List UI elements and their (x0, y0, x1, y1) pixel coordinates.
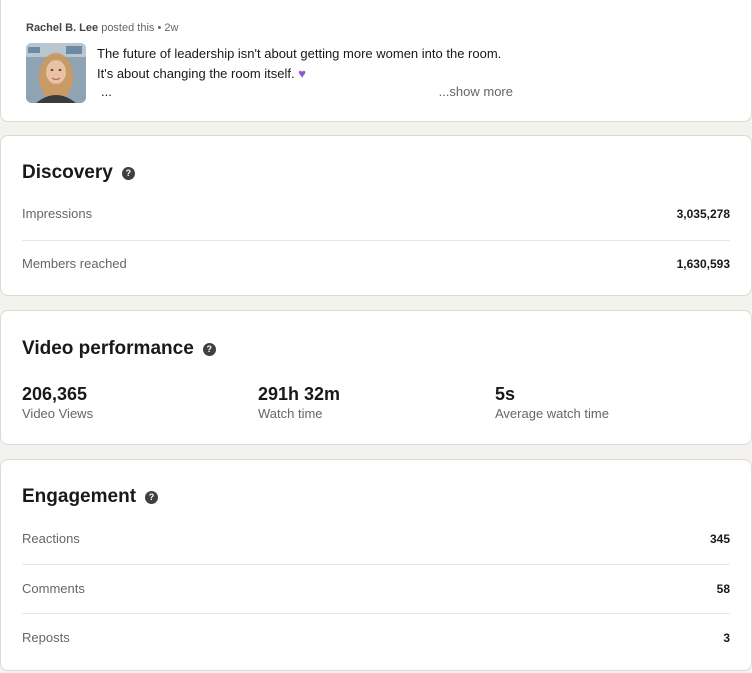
impressions-label: Impressions (22, 206, 93, 221)
reactions-label: Reactions (22, 531, 80, 546)
show-more-link[interactable]: ...show more (439, 82, 513, 102)
impressions-value: 3,035,278 (676, 206, 730, 221)
reactions-value: 345 (709, 531, 730, 546)
question-circle-icon[interactable]: ? (145, 490, 159, 504)
video-views-value: 206,365 (22, 384, 88, 404)
average-watch-time-value: 5s (495, 384, 516, 404)
divider (22, 564, 730, 565)
reposts-label: Reposts (22, 630, 70, 645)
post-card: Rachel B. Lee posted this • 2w The futur… (0, 0, 752, 122)
members-reached-row: Members reached 1,630,593 (22, 256, 730, 271)
reactions-row[interactable]: Reactions 345 (22, 531, 730, 546)
engagement-title-text: Engagement (22, 486, 137, 507)
engagement-card: Engagement ? Reactions 345 Comments 58 R… (0, 459, 752, 671)
engagement-title: Engagement ? (22, 486, 159, 508)
discovery-title-text: Discovery (22, 162, 113, 183)
post-line-2-text: It's about changing the room itself. (97, 66, 295, 81)
post-line-2: It's about changing the room itself. ♥ (97, 64, 517, 84)
post-text: The future of leadership isn't about get… (97, 44, 517, 102)
reposts-row[interactable]: Reposts 3 (22, 630, 730, 645)
post-meta-suffix: posted this • 2w (98, 22, 179, 34)
post-author[interactable]: Rachel B. Lee (26, 22, 98, 34)
comments-row[interactable]: Comments 58 (22, 581, 730, 596)
post-line-1: The future of leadership isn't about get… (97, 46, 502, 61)
question-circle-icon[interactable]: ? (202, 342, 216, 356)
video-performance-card: Video performance ? 206,365 Video Views … (0, 310, 752, 445)
watch-time-metric: 291h 32m Watch time (258, 384, 340, 421)
post-ellipsis-line: ... ...show more (97, 84, 517, 102)
divider (22, 613, 730, 614)
video-views-label: Video Views (22, 406, 94, 421)
question-circle-icon[interactable]: ? (121, 166, 135, 180)
post-ellipsis: ... (101, 84, 112, 99)
average-watch-time-label: Average watch time (495, 406, 609, 421)
watch-time-value: 291h 32m (258, 384, 341, 404)
reposts-value: 3 (723, 630, 730, 645)
watch-time-label: Watch time (258, 406, 323, 421)
discovery-card: Discovery ? Impressions 3,035,278 Member… (0, 135, 752, 296)
video-views-metric: 206,365 Video Views (22, 384, 93, 421)
video-performance-title-text: Video performance (22, 338, 194, 359)
purple-heart-icon: ♥ (298, 66, 306, 81)
post-thumbnail[interactable] (26, 43, 86, 103)
impressions-row: Impressions 3,035,278 (22, 206, 730, 221)
members-reached-label: Members reached (22, 256, 127, 271)
post-meta: Rachel B. Lee posted this • 2w (26, 22, 178, 34)
average-watch-time-metric: 5s Average watch time (495, 384, 609, 421)
divider (22, 240, 730, 241)
comments-label: Comments (22, 581, 85, 596)
members-reached-value: 1,630,593 (676, 256, 730, 271)
comments-value: 58 (716, 581, 730, 596)
video-performance-title: Video performance ? (22, 338, 216, 360)
discovery-title: Discovery ? (22, 162, 135, 184)
